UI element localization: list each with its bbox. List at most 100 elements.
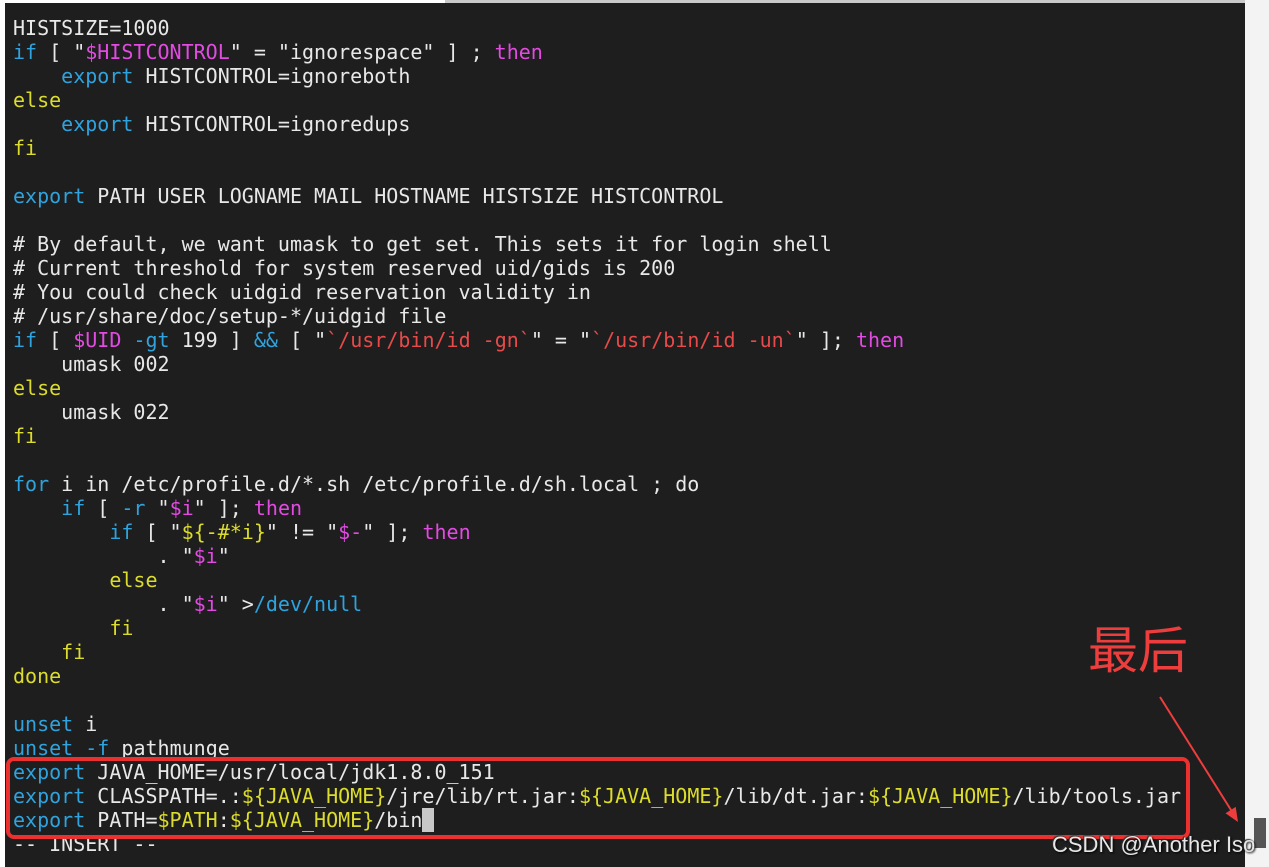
editor-line: fi — [13, 424, 1181, 448]
code-token: then — [253, 496, 303, 520]
code-token: " = " — [530, 328, 592, 352]
code-token: `/usr/bin/id -gn` — [326, 328, 531, 352]
code-token: . " — [13, 544, 194, 568]
editor-line: . "$i" — [13, 544, 1181, 568]
code-token: fi — [13, 136, 38, 160]
code-token: umask 002 — [13, 352, 170, 376]
editor-line: if [ "$HISTCONTROL" = "ignorespace" ] ; … — [13, 40, 1181, 64]
code-token: else — [13, 88, 62, 112]
scrollbar-thumb[interactable] — [1254, 818, 1266, 848]
editor-line: else — [13, 376, 1181, 400]
code-token: " — [145, 496, 170, 520]
code-token: " — [217, 544, 230, 568]
code-token: [ " — [277, 328, 327, 352]
editor-line: else — [13, 568, 1181, 592]
code-token: fi — [61, 640, 86, 664]
code-token: else — [13, 376, 62, 400]
annotation-label: 最后 — [1088, 622, 1188, 680]
code-token: $UID — [73, 328, 122, 352]
code-token: for — [13, 472, 50, 496]
code-token: umask 022 — [13, 400, 170, 424]
code-token: fi — [13, 424, 38, 448]
code-token: i — [73, 712, 98, 736]
code-token: /dev/null — [253, 592, 363, 616]
code-token: . " — [13, 592, 194, 616]
code-token: && — [253, 328, 278, 352]
code-token: [ " — [133, 520, 182, 544]
code-token: -gt — [133, 328, 170, 352]
code-token: $i — [193, 544, 218, 568]
editor-line: # By default, we want umask to get set. … — [13, 232, 1181, 256]
editor-line: HISTSIZE=1000 — [13, 16, 1181, 40]
editor-line: . "$i" >/dev/null — [13, 592, 1181, 616]
editor-line: if [ $UID -gt 199 ] && [ "`/usr/bin/id -… — [13, 328, 1181, 352]
editor-line: # /usr/share/doc/setup-*/uidgid file — [13, 304, 1181, 328]
code-token: " = "ignorespace" ] ; — [229, 40, 495, 64]
code-token: $i — [169, 496, 194, 520]
code-token: " > — [217, 592, 254, 616]
editor-line: if [ "${-#*i}" != "$-" ]; then — [13, 520, 1181, 544]
code-token: [ — [37, 328, 74, 352]
code-token: [ — [85, 496, 122, 520]
editor-line: umask 002 — [13, 352, 1181, 376]
code-token: HISTCONTROL=ignoreboth — [133, 64, 411, 88]
editor-buffer[interactable]: HISTSIZE=1000 if [ "$HISTCONTROL" = "igno… — [13, 16, 1181, 832]
code-token: $i — [193, 592, 218, 616]
code-token: -r — [121, 496, 146, 520]
annotation-highlight-box — [6, 757, 1190, 839]
code-token: " ]; — [193, 496, 254, 520]
editor-line: export HISTCONTROL=ignoredups — [13, 112, 1181, 136]
editor-line: if [ -r "$i" ]; then — [13, 496, 1181, 520]
code-token: [ " — [37, 40, 86, 64]
editor-line: fi — [13, 616, 1181, 640]
code-token: # By default, we want umask to get set. … — [13, 232, 832, 256]
editor-line: export HISTCONTROL=ignoreboth — [13, 64, 1181, 88]
editor-line: umask 022 — [13, 400, 1181, 424]
code-token: unset — [13, 712, 74, 736]
terminal-window: HISTSIZE=1000 if [ "$HISTCONTROL" = "igno… — [0, 0, 1269, 867]
code-token: # Current threshold for system reserved … — [13, 256, 676, 280]
code-token: if — [109, 520, 134, 544]
terminal-pane[interactable]: HISTSIZE=1000 if [ "$HISTCONTROL" = "igno… — [5, 3, 1245, 867]
code-token: export — [61, 64, 134, 88]
code-token: export — [13, 184, 86, 208]
code-token: if — [61, 496, 86, 520]
code-token: export — [61, 112, 134, 136]
vertical-scrollbar[interactable] — [1245, 0, 1269, 867]
code-token: HISTCONTROL=ignoredups — [133, 112, 411, 136]
code-token: ${-#*i} — [181, 520, 266, 544]
code-token: PATH USER LOGNAME MAIL HOSTNAME HISTSIZE… — [85, 184, 724, 208]
code-token: HISTSIZE=1000 — [13, 16, 170, 40]
editor-line: export PATH USER LOGNAME MAIL HOSTNAME H… — [13, 184, 1181, 208]
code-token: fi — [109, 616, 134, 640]
editor-line: else — [13, 88, 1181, 112]
editor-line: for i in /etc/profile.d/*.sh /etc/profil… — [13, 472, 1181, 496]
code-token: " ]; — [362, 520, 423, 544]
code-token: # /usr/share/doc/setup-*/uidgid file — [13, 304, 447, 328]
code-token: then — [422, 520, 471, 544]
watermark: CSDN @Another Iso — [1052, 832, 1256, 857]
code-token: `/usr/bin/id -un` — [591, 328, 796, 352]
editor-line: unset i — [13, 712, 1181, 736]
editor-line: # Current threshold for system reserved … — [13, 256, 1181, 280]
code-token: then — [855, 328, 905, 352]
editor-line: fi — [13, 640, 1181, 664]
code-token: " ]; — [795, 328, 856, 352]
code-token: else — [109, 568, 158, 592]
code-token: done — [13, 664, 62, 688]
code-token: if — [13, 328, 38, 352]
code-token: 199 ] — [169, 328, 254, 352]
editor-line: # You could check uidgid reservation val… — [13, 280, 1181, 304]
